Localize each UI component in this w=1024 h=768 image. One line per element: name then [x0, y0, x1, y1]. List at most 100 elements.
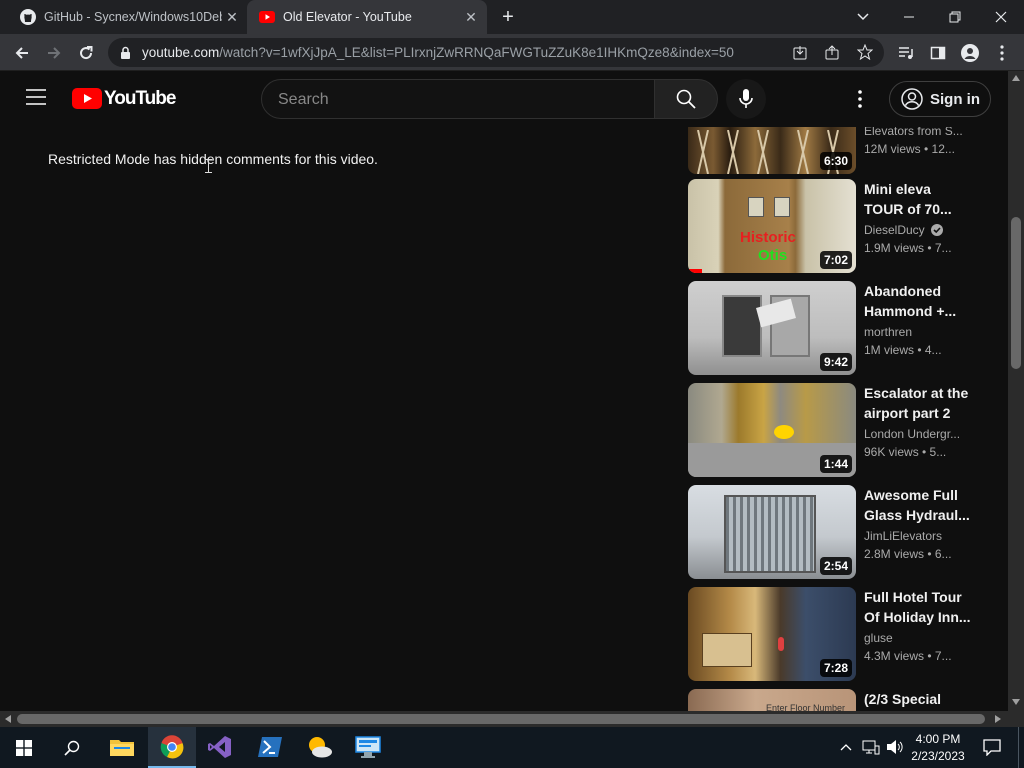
weather-icon: [309, 737, 332, 758]
video-duration: 7:28: [819, 659, 852, 677]
media-controls-icon[interactable]: [892, 39, 920, 67]
related-video-card[interactable]: Enter Floor Number (2/3 Special: [688, 689, 978, 711]
video-thumbnail[interactable]: 1:44: [688, 383, 856, 477]
video-channel[interactable]: London Undergr...: [864, 427, 960, 441]
video-title[interactable]: Full Hotel Tour Of Holiday Inn...: [864, 587, 972, 627]
tab-github[interactable]: GitHub - Sycnex/Windows10Debloater ✕: [8, 0, 248, 34]
video-meta: 4.3M views • 7...: [864, 649, 952, 663]
tab-search-chevron-icon[interactable]: [840, 0, 886, 34]
network-icon[interactable]: [862, 739, 880, 755]
video-title[interactable]: (2/3 Special: [864, 689, 972, 709]
bookmark-star-icon[interactable]: [857, 44, 873, 60]
video-thumbnail[interactable]: 2:54: [688, 485, 856, 579]
vertical-scrollbar[interactable]: [1008, 71, 1024, 711]
video-title[interactable]: Escalator at the airport part 2: [864, 383, 972, 423]
video-meta: 12M views • 12...: [864, 142, 955, 156]
video-meta: 1.9M views • 7...: [864, 241, 952, 255]
video-channel[interactable]: JimLiElevators: [864, 529, 942, 543]
folder-icon: [110, 740, 134, 756]
scroll-down-arrow-icon[interactable]: [1012, 699, 1020, 705]
sign-in-button[interactable]: Sign in: [889, 81, 991, 117]
profile-icon[interactable]: [956, 39, 984, 67]
tab-close-icon[interactable]: ✕: [463, 9, 479, 25]
restore-window-icon[interactable]: [932, 0, 978, 34]
related-video-card[interactable]: 2:54 Awesome Full Glass Hydraul... JimLi…: [688, 485, 978, 579]
share-icon[interactable]: [824, 45, 840, 61]
video-title[interactable]: Awesome Full Glass Hydraul...: [864, 485, 972, 525]
tab-close-icon[interactable]: ✕: [224, 9, 240, 25]
tab-title: GitHub - Sycnex/Windows10Debloater: [44, 10, 222, 24]
clock-date: 2/23/2023: [911, 749, 965, 763]
video-thumbnail[interactable]: Enter Floor Number: [688, 689, 856, 711]
video-thumbnail[interactable]: 9:42: [688, 281, 856, 375]
new-tab-icon[interactable]: +: [486, 0, 530, 34]
forward-icon[interactable]: [40, 39, 68, 67]
video-channel[interactable]: DieselDucy: [864, 223, 944, 237]
chrome-icon: [160, 735, 184, 759]
tab-youtube[interactable]: Old Elevator - YouTube ✕: [247, 0, 487, 34]
horizontal-scrollbar[interactable]: [0, 711, 1024, 727]
url-text: youtube.com/watch?v=1wfXjJpA_LE&list=PLI…: [142, 45, 734, 60]
search-button[interactable]: [654, 79, 718, 119]
video-thumbnail[interactable]: Historic Otis 7:02: [688, 179, 856, 273]
taskbar-search-button[interactable]: [48, 727, 96, 768]
search-box: [261, 79, 655, 119]
action-center-icon[interactable]: [983, 739, 1001, 756]
browser-tab-strip: GitHub - Sycnex/Windows10Debloater ✕ Old…: [0, 0, 1024, 34]
taskbar-visual-studio[interactable]: [196, 727, 244, 768]
video-duration: 9:42: [819, 353, 852, 371]
thumbnail-text: Enter Floor Number: [766, 703, 846, 711]
taskbar-file-explorer[interactable]: [98, 727, 146, 768]
minimize-window-icon[interactable]: [886, 0, 932, 34]
scroll-left-arrow-icon[interactable]: [5, 715, 11, 723]
volume-icon[interactable]: [886, 739, 904, 755]
chrome-menu-icon[interactable]: [988, 39, 1016, 67]
start-button[interactable]: [0, 727, 48, 768]
related-video-card[interactable]: 6:30 Elevators from S... 12M views • 12.…: [688, 127, 978, 174]
video-title[interactable]: Mini eleva TOUR of 70...: [864, 179, 972, 219]
taskbar-powershell[interactable]: [246, 727, 294, 768]
close-window-icon[interactable]: [978, 0, 1024, 34]
thumbnail-text: Historic: [740, 229, 796, 246]
horizontal-scroll-thumb[interactable]: [17, 714, 985, 724]
side-panel-icon[interactable]: [924, 39, 952, 67]
vertical-scroll-thumb[interactable]: [1011, 217, 1021, 369]
scroll-up-arrow-icon[interactable]: [1012, 75, 1020, 81]
settings-menu-icon[interactable]: [858, 90, 862, 113]
video-thumbnail[interactable]: 7:28: [688, 587, 856, 681]
video-title[interactable]: Abandoned Hammond +...: [864, 281, 972, 321]
taskbar-weather[interactable]: [296, 727, 344, 768]
related-video-card[interactable]: 7:28 Full Hotel Tour Of Holiday Inn... g…: [688, 587, 978, 681]
video-channel[interactable]: gluse: [864, 631, 893, 645]
video-channel[interactable]: Elevators from S...: [864, 127, 963, 138]
youtube-logo-text: YouTube: [104, 88, 176, 109]
visual-studio-icon: [208, 736, 231, 758]
windows-taskbar: 4:00 PM 2/23/2023: [0, 727, 1024, 768]
related-video-card[interactable]: Historic Otis 7:02 Mini eleva TOUR of 70…: [688, 179, 978, 273]
taskbar-remote-desktop[interactable]: [344, 727, 392, 768]
tab-title: Old Elevator - YouTube: [283, 10, 412, 24]
clock-time: 4:00 PM: [915, 732, 961, 746]
back-icon[interactable]: [8, 39, 36, 67]
hamburger-menu-icon[interactable]: [26, 89, 46, 109]
search-input[interactable]: [278, 90, 638, 110]
related-video-card[interactable]: 9:42 Abandoned Hammond +... morthren 1M …: [688, 281, 978, 375]
system-clock[interactable]: 4:00 PM 2/23/2023: [908, 731, 968, 765]
voice-search-button[interactable]: [726, 79, 766, 119]
related-video-card[interactable]: 1:44 Escalator at the airport part 2 Lon…: [688, 383, 978, 477]
address-bar[interactable]: youtube.com/watch?v=1wfXjJpA_LE&list=PLI…: [108, 38, 884, 67]
youtube-logo-icon: [72, 88, 102, 109]
show-hidden-icons-chevron-icon[interactable]: [840, 743, 852, 751]
show-desktop-button[interactable]: [1018, 727, 1024, 768]
windows-logo-icon: [16, 740, 32, 756]
scroll-right-arrow-icon[interactable]: [995, 715, 1001, 723]
install-app-icon[interactable]: [792, 45, 808, 61]
taskbar-chrome[interactable]: [148, 727, 196, 768]
text-cursor-icon: [205, 159, 212, 173]
remote-desktop-icon: [355, 736, 381, 758]
reload-icon[interactable]: [72, 39, 100, 67]
restricted-mode-message: Restricted Mode has hidden comments for …: [48, 151, 378, 167]
video-thumbnail[interactable]: 6:30: [688, 127, 856, 174]
video-channel[interactable]: morthren: [864, 325, 912, 339]
browser-toolbar: youtube.com/watch?v=1wfXjJpA_LE&list=PLI…: [0, 34, 1024, 71]
